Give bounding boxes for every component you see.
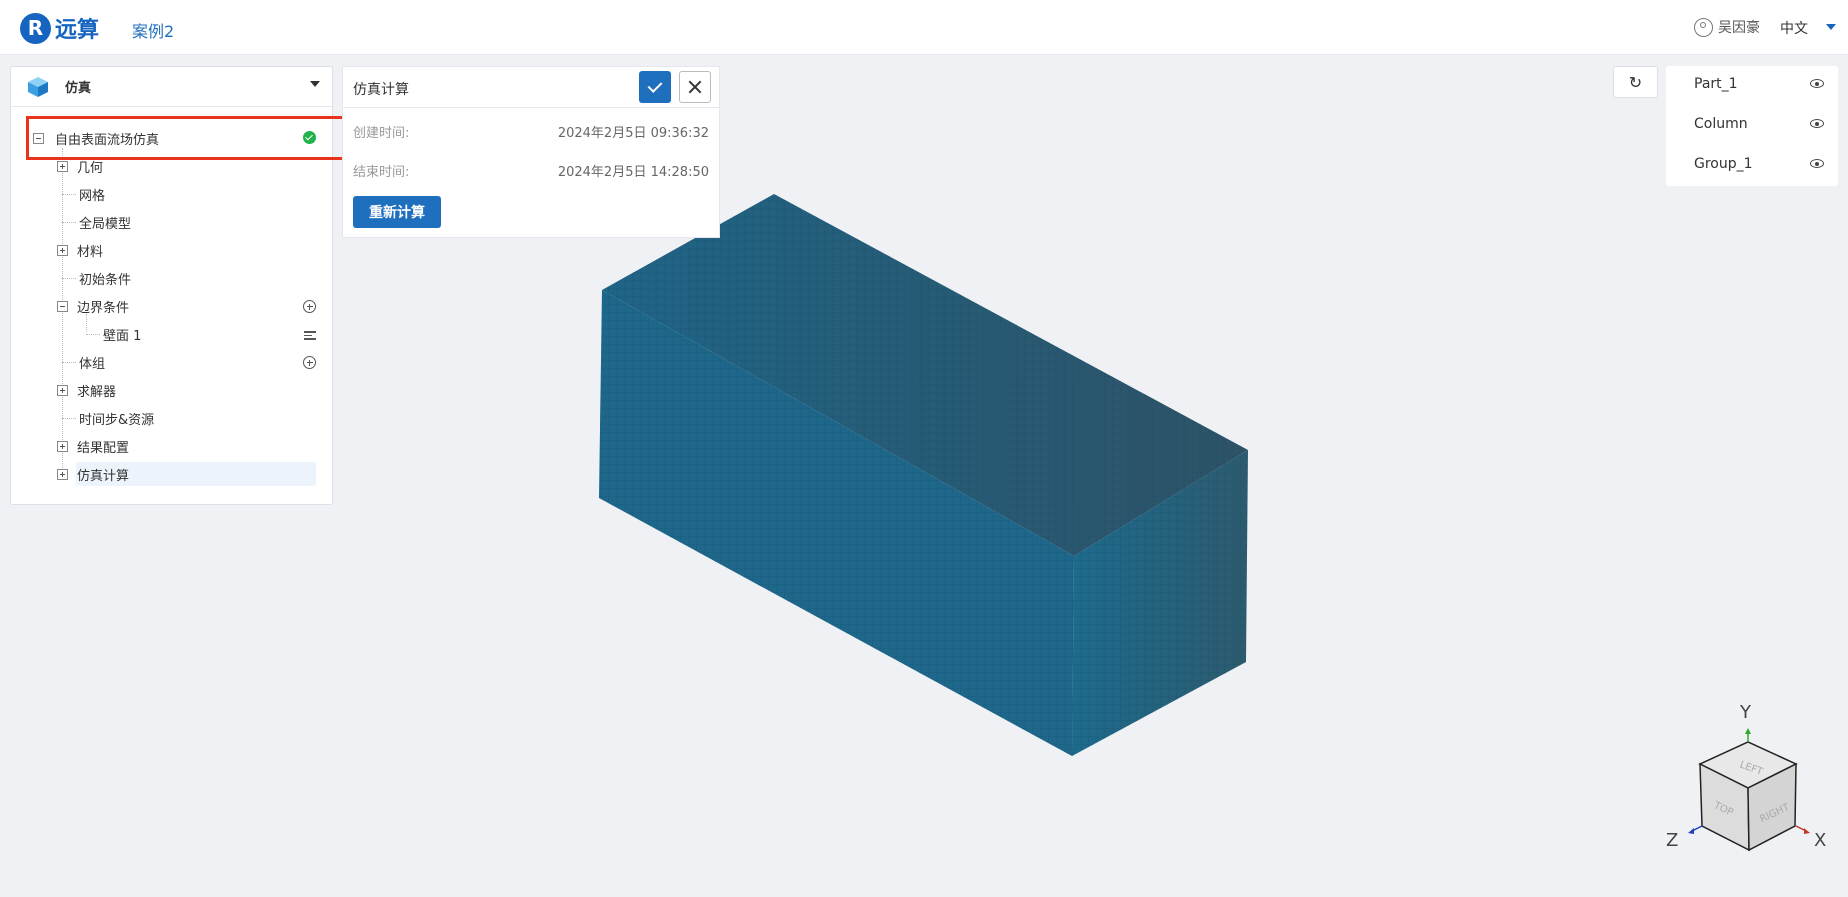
part-row-column[interactable]: Column: [1694, 114, 1824, 134]
tree-item-mesh[interactable]: 网格: [79, 183, 105, 205]
expand-icon[interactable]: [57, 468, 68, 480]
tree-connector: [62, 362, 76, 363]
top-bar: R 远算 案例2 吴因豪 中文: [0, 0, 1848, 55]
tree-item-material[interactable]: 材料: [57, 239, 103, 261]
eye-icon[interactable]: [1810, 119, 1824, 128]
close-button[interactable]: [679, 71, 711, 103]
language-select[interactable]: 中文: [1780, 18, 1808, 38]
part-label: Column: [1694, 116, 1748, 132]
panel-header[interactable]: 仿真: [11, 67, 332, 107]
end-time-label: 结束时间:: [353, 165, 410, 180]
user-name: 吴因豪: [1718, 20, 1760, 36]
parts-visibility-panel: Part_1 Column Group_1: [1666, 66, 1838, 186]
tree-item-label: 壁面 1: [103, 328, 142, 344]
add-boundary-icon[interactable]: [303, 300, 316, 313]
part-row-part-1[interactable]: Part_1: [1694, 74, 1824, 94]
tree-item-boundary-conditions[interactable]: 边界条件: [57, 295, 129, 317]
part-label: Part_1: [1694, 76, 1738, 92]
tree-item-label: 结果配置: [77, 440, 130, 456]
created-time-value: 2024年2月5日 09:36:32: [557, 126, 709, 141]
z-axis-arrow: [1688, 828, 1694, 834]
simulation-cube-icon: [28, 76, 48, 97]
user-menu[interactable]: 吴因豪: [1694, 17, 1760, 37]
tree-item-initial-conditions[interactable]: 初始条件: [79, 267, 131, 289]
end-time-value: 2024年2月5日 14:28:50: [557, 165, 709, 180]
part-label: Group_1: [1694, 156, 1753, 172]
expand-icon[interactable]: [57, 440, 68, 452]
tree-item-label: 仿真计算: [77, 468, 130, 484]
tree-item-simulation-compute[interactable]: 仿真计算: [57, 463, 129, 485]
confirm-button[interactable]: [639, 71, 671, 103]
z-axis-label: Z: [1666, 830, 1678, 851]
eye-icon[interactable]: [1810, 159, 1824, 168]
add-body-group-icon[interactable]: [303, 356, 316, 369]
mesh-model[interactable]: [599, 194, 1248, 756]
x-axis-label: X: [1814, 830, 1826, 851]
reset-view-button[interactable]: ↻: [1613, 66, 1658, 98]
brand-name: 远算: [55, 18, 100, 43]
logo-mark-icon: R: [20, 12, 51, 44]
y-axis-arrow: [1745, 728, 1751, 734]
panel-dropdown-caret-icon[interactable]: [310, 81, 320, 87]
case-name-link[interactable]: 案例2: [132, 18, 174, 42]
refresh-icon: ↻: [1628, 72, 1643, 92]
sim-panel-header: 仿真计算: [343, 67, 719, 108]
tree-item-label: 体组: [79, 356, 106, 372]
part-row-group-1[interactable]: Group_1: [1694, 154, 1824, 174]
simulation-compute-panel: 仿真计算 创建时间: 2024年2月5日 09:36:32 结束时间: 2024…: [342, 66, 720, 238]
sim-panel-title: 仿真计算: [353, 82, 409, 98]
tree-item-global-model[interactable]: 全局模型: [79, 211, 131, 233]
tree-item-label: 时间步&资源: [79, 412, 155, 428]
tree-connector: [86, 334, 100, 335]
app-logo[interactable]: R 远算: [20, 12, 99, 44]
panel-title: 仿真: [65, 81, 92, 96]
expand-icon[interactable]: [57, 384, 68, 396]
tree-item-body-group[interactable]: 体组: [79, 351, 105, 373]
tree-item-result-config[interactable]: 结果配置: [57, 435, 129, 457]
tree-item-label: 全局模型: [79, 216, 132, 232]
x-axis-arrow: [1804, 828, 1810, 834]
y-axis-label: Y: [1739, 702, 1752, 723]
tree-item-timestep-resources[interactable]: 时间步&资源: [79, 407, 154, 429]
tree-connector: [62, 194, 76, 195]
tree-item-label: 材料: [77, 244, 104, 260]
tree-connector: [62, 222, 76, 223]
created-time-label: 创建时间:: [353, 126, 410, 141]
user-icon: [1694, 17, 1713, 37]
orientation-cube[interactable]: LEFT TOP RIGHT Y X Z: [1666, 702, 1826, 852]
eye-icon[interactable]: [1810, 79, 1824, 88]
collapse-icon[interactable]: [57, 300, 68, 312]
tree-connector: [62, 418, 76, 419]
item-menu-icon[interactable]: [304, 331, 316, 341]
tree-item-label: 边界条件: [77, 300, 130, 316]
recompute-button[interactable]: 重新计算: [353, 196, 441, 228]
tree-item-label: 求解器: [77, 384, 117, 400]
tree-connector: [62, 278, 76, 279]
annotation-highlight-box: [26, 116, 346, 160]
language-caret-icon[interactable]: [1826, 24, 1836, 30]
tree-item-wall-1[interactable]: 壁面 1: [103, 323, 141, 345]
tree-item-label: 网格: [79, 188, 106, 204]
tree-item-solver[interactable]: 求解器: [57, 379, 116, 401]
tree-item-label: 初始条件: [79, 272, 132, 288]
expand-icon[interactable]: [57, 244, 68, 256]
expand-icon[interactable]: [57, 160, 68, 172]
